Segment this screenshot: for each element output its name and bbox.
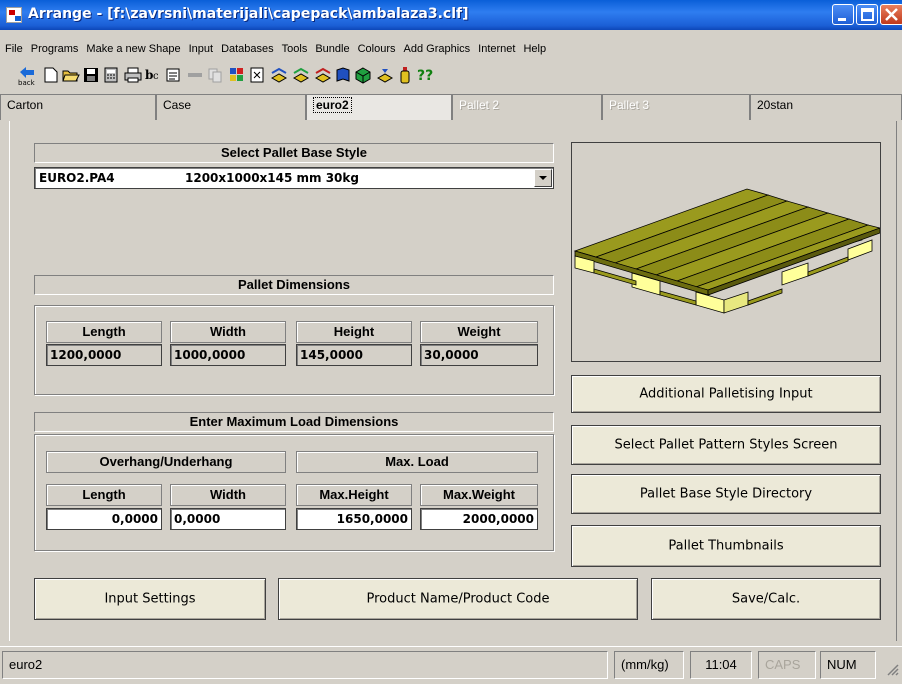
dropdown-arrow-button[interactable] — [534, 169, 552, 187]
max-height-label: Max.Height — [296, 484, 412, 506]
pallet-pattern-icon[interactable] — [228, 66, 246, 84]
window-title: Arrange - [f:\zavrsni\materijali\capepac… — [28, 6, 469, 22]
status-name: euro2 — [2, 651, 608, 679]
pallet-dimensions-header: Pallet Dimensions — [34, 275, 554, 295]
tab-carton[interactable]: Carton — [0, 94, 156, 120]
tab-pallet-2: Pallet 2 — [452, 94, 602, 120]
menu-internet[interactable]: Internet — [475, 43, 518, 55]
minimize-button[interactable] — [832, 4, 854, 25]
input-settings-button[interactable]: Input Settings — [34, 578, 266, 620]
pallet-width-label: Width — [170, 321, 286, 343]
menu-bundle[interactable]: Bundle — [312, 43, 352, 55]
pallet-weight-label: Weight — [420, 321, 538, 343]
stack2-icon[interactable] — [292, 66, 310, 84]
pallet-base-style-select[interactable]: EURO2.PA4 1200x1000x145 mm 30kg — [34, 167, 554, 189]
tab-case[interactable]: Case — [156, 94, 306, 120]
pallet-height-field: 145,0000 — [296, 344, 412, 366]
overhang-length-label: Length — [46, 484, 162, 506]
stack3-icon[interactable] — [314, 66, 332, 84]
copy-icon — [206, 66, 224, 84]
menu-bar: File Programs Make a new Shape Input Databas… — [0, 41, 902, 59]
max-weight-input[interactable]: 2000,0000 — [420, 508, 538, 530]
pallet-pattern-styles-button[interactable]: Select Pallet Pattern Styles Screen — [571, 425, 881, 465]
print-icon[interactable] — [124, 66, 142, 84]
title-bar[interactable]: Arrange - [f:\zavrsni\materijali\capepac… — [0, 0, 902, 30]
pallet-length-field: 1200,0000 — [46, 344, 162, 366]
product-name-code-button[interactable]: Product Name/Product Code — [278, 578, 638, 620]
overhang-header: Overhang/Underhang — [46, 451, 286, 473]
pallet-base-style-header: Select Pallet Base Style — [34, 143, 554, 163]
status-units: (mm/kg) — [614, 651, 684, 679]
tab-euro2[interactable]: euro2 — [306, 94, 452, 120]
resize-grip-icon[interactable] — [880, 655, 900, 681]
max-height-input[interactable]: 1650,0000 — [296, 508, 412, 530]
pallet-preview — [571, 142, 882, 362]
save-icon[interactable] — [82, 66, 100, 84]
book-icon[interactable] — [334, 66, 352, 84]
open-icon[interactable] — [62, 66, 80, 84]
pallet-base-desc: 1200x1000x145 mm 30kg — [185, 171, 359, 185]
tab-strip: Carton Case euro2 Pallet 2 Pallet 3 20st… — [0, 94, 902, 120]
tab-pallet-3: Pallet 3 — [602, 94, 750, 120]
app-icon[interactable] — [6, 7, 22, 23]
menu-help[interactable]: Help — [520, 43, 549, 55]
overhang-length-input[interactable]: 0,0000 — [46, 508, 162, 530]
pallet-thumbnails-button[interactable]: Pallet Thumbnails — [571, 525, 881, 567]
cube-icon[interactable] — [354, 66, 372, 84]
toolbar: back bc ?? — [0, 64, 902, 88]
overhang-width-label: Width — [170, 484, 286, 506]
blank-icon — [186, 66, 204, 84]
bottle-icon[interactable] — [396, 66, 414, 84]
menu-colours[interactable]: Colours — [355, 43, 399, 55]
status-num: NUM — [820, 651, 876, 679]
close-icon — [885, 8, 898, 21]
stack-icon[interactable] — [270, 66, 288, 84]
menu-file[interactable]: File — [2, 43, 26, 55]
status-bar: euro2 (mm/kg) 11:04 CAPS NUM — [0, 646, 902, 682]
maximize-button[interactable] — [856, 4, 878, 25]
arrange-icon[interactable] — [376, 66, 394, 84]
max-load-subheader: Max. Load — [296, 451, 538, 473]
menu-add-graphics[interactable]: Add Graphics — [401, 43, 474, 55]
menu-make-new-shape[interactable]: Make a new Shape — [83, 43, 183, 55]
status-caps: CAPS — [758, 651, 816, 679]
menu-tools[interactable]: Tools — [279, 43, 311, 55]
close-button[interactable] — [880, 4, 902, 25]
report-icon[interactable] — [164, 66, 182, 84]
pallet-width-field: 1000,0000 — [170, 344, 286, 366]
menu-input[interactable]: Input — [186, 43, 216, 55]
help-icon[interactable]: ?? — [416, 66, 438, 84]
pallet-height-label: Height — [296, 321, 412, 343]
menu-databases[interactable]: Databases — [218, 43, 277, 55]
calculator-icon[interactable] — [102, 66, 120, 84]
pallet-weight-field: 30,0000 — [420, 344, 538, 366]
max-load-header: Enter Maximum Load Dimensions — [34, 412, 554, 432]
pallet-image — [573, 188, 882, 314]
svg-text:back: back — [18, 79, 36, 86]
pallet-base-code: EURO2.PA4 — [39, 171, 115, 185]
svg-text:c: c — [153, 71, 159, 82]
new-icon[interactable] — [42, 66, 60, 84]
tab-20stan[interactable]: 20stan — [750, 94, 902, 120]
overhang-width-input[interactable]: 0,0000 — [170, 508, 286, 530]
max-weight-label: Max.Weight — [420, 484, 538, 506]
pallet-length-label: Length — [46, 321, 162, 343]
status-time: 11:04 — [690, 651, 752, 679]
minimize-icon — [838, 18, 846, 21]
maximize-icon — [861, 8, 874, 21]
svg-text:??: ?? — [417, 68, 433, 84]
spell-icon[interactable]: bc — [144, 66, 162, 84]
save-calc-button[interactable]: Save/Calc. — [651, 578, 881, 620]
additional-palletising-input-button[interactable]: Additional Palletising Input — [571, 375, 881, 413]
document-icon[interactable] — [248, 66, 266, 84]
menu-programs[interactable]: Programs — [28, 43, 82, 55]
back-icon[interactable]: back — [18, 66, 36, 86]
chevron-down-icon — [539, 176, 547, 180]
pallet-base-style-directory-button[interactable]: Pallet Base Style Directory — [571, 474, 881, 514]
